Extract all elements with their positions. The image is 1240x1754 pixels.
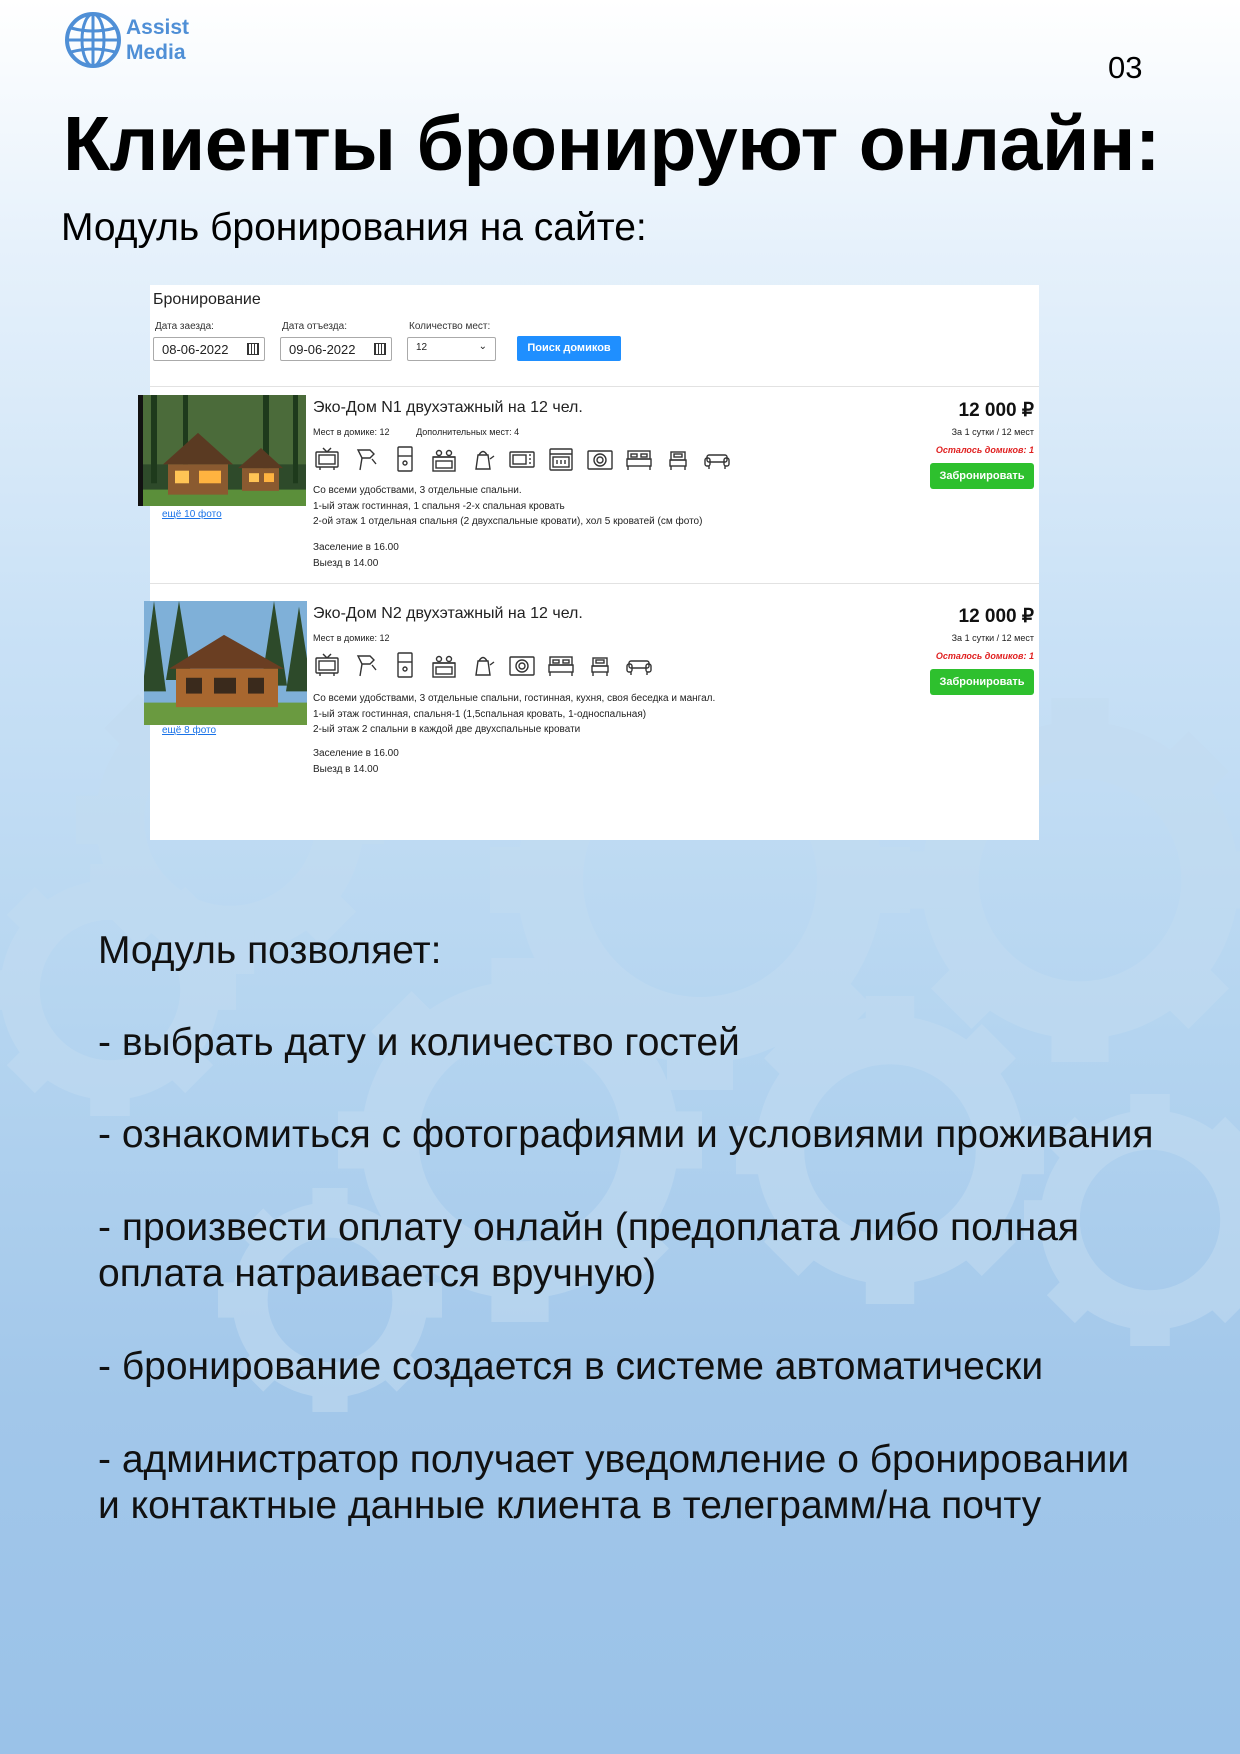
amenities-row <box>313 651 653 679</box>
single-bed-icon <box>591 657 609 676</box>
stove-icon <box>432 655 456 678</box>
cabin-photo[interactable] <box>144 601 309 725</box>
checkin-time: Заселение в 16.00 <box>313 542 399 553</box>
amenities-row <box>313 445 731 473</box>
stove-icon <box>432 449 456 472</box>
listing-card: ещё 10 фото Эко-Дом N1 двухэтажный на 12… <box>138 395 1039 605</box>
checkin-label: Дата заезда: <box>155 321 214 332</box>
listing-description: Со всеми удобствами, 3 отдельные спальни… <box>313 691 715 738</box>
divider <box>150 583 1039 584</box>
guests-select[interactable]: 12 ⌄ <box>407 337 496 361</box>
feature-item: - произвести оплату онлайн (предоплата л… <box>98 1206 1079 1249</box>
page-title: Клиенты бронируют онлайн: <box>63 101 1160 187</box>
listing-name: Эко-Дом N2 двухэтажный на 12 чел. <box>313 605 583 622</box>
hairdryer-icon <box>356 449 377 471</box>
feature-item-continued: оплата натраивается вручную) <box>98 1252 657 1295</box>
single-bed-icon <box>669 451 687 470</box>
checkin-date-value: 08-06-2022 <box>162 342 229 357</box>
logo-text-line2: Media <box>126 41 186 64</box>
cabin-photo[interactable] <box>138 395 310 506</box>
checkout-label: Дата отъезда: <box>282 321 347 332</box>
washer-icon <box>587 450 613 470</box>
listing-times: Заселение в 16.00 Выезд в 14.00 <box>313 540 399 572</box>
page-subtitle: Модуль бронирования на сайте: <box>61 206 647 249</box>
listing-card: ещё 8 фото Эко-Дом N2 двухэтажный на 12 … <box>144 601 1039 811</box>
cabin-photo-image <box>143 395 306 506</box>
guests-select-value: 12 <box>416 342 428 353</box>
kettle-icon <box>475 450 495 470</box>
description-line: 1-ый этаж гостинная, спальня-1 (1,5спаль… <box>313 708 647 720</box>
listing-meta: Мест в домике: 12 <box>313 633 438 643</box>
tv-icon <box>315 653 339 676</box>
brand-logo: Assist Media <box>64 11 189 69</box>
description-line: 2-ый этаж 2 спальни в каждой две двухспа… <box>313 724 581 735</box>
price-period: За 1 сутки / 12 мест <box>951 633 1034 643</box>
remaining-count: Осталось домиков: 1 <box>935 445 1034 455</box>
microwave-icon <box>509 451 535 468</box>
checkin-time: Заселение в 16.00 <box>313 748 399 759</box>
tv-icon <box>315 447 339 470</box>
oven-icon <box>549 448 573 471</box>
more-photos-link[interactable]: ещё 8 фото <box>162 725 216 736</box>
sofa-icon <box>704 454 730 469</box>
divider <box>150 386 1039 387</box>
features-intro: Модуль позволяет: <box>98 929 442 972</box>
checkin-date-input[interactable]: 08-06-2022 <box>153 337 265 361</box>
logo-text-line1: Assist <box>126 16 190 39</box>
description-line: 1-ый этаж гостинная, 1 спальня -2-х спал… <box>313 500 565 512</box>
washer-icon <box>509 656 535 676</box>
remaining-count: Осталось домиков: 1 <box>935 651 1034 661</box>
listing-times: Заселение в 16.00 Выезд в 14.00 <box>313 746 399 778</box>
checkout-time: Выезд в 14.00 <box>313 764 379 775</box>
globe-icon <box>65 12 121 68</box>
calendar-icon[interactable] <box>374 343 386 355</box>
kettle-icon <box>475 656 495 676</box>
listing-name: Эко-Дом N1 двухэтажный на 12 чел. <box>313 399 583 416</box>
description-line: Со всеми удобствами, 3 отдельные спальни… <box>313 485 522 496</box>
book-button[interactable]: Забронировать <box>930 669 1034 695</box>
price-period: За 1 сутки / 12 мест <box>951 427 1034 437</box>
listing-price: 12 000 ₽ <box>958 606 1034 627</box>
fridge-icon <box>397 652 413 678</box>
booking-heading: Бронирование <box>153 291 261 308</box>
listing-meta: Мест в домике: 12 Дополнительных мест: 4 <box>313 427 543 437</box>
description-line: 2-ой этаж 1 отдельная спальня (2 двухспа… <box>313 516 703 527</box>
feature-item: - выбрать дату и количество гостей <box>98 1021 740 1064</box>
feature-item: - бронирование создается в системе автом… <box>98 1345 1044 1388</box>
book-button[interactable]: Забронировать <box>930 463 1034 489</box>
sofa-icon <box>626 660 652 675</box>
hairdryer-icon <box>356 655 377 677</box>
feature-item-continued: и контактные данные клиента в телеграмм/… <box>98 1484 1042 1527</box>
calendar-icon[interactable] <box>247 343 259 355</box>
places-count: Мест в домике: 12 <box>313 633 390 643</box>
page-number: 03 <box>1108 50 1143 85</box>
fridge-icon <box>397 446 413 472</box>
guests-label: Количество мест: <box>409 321 491 332</box>
listing-description: Со всеми удобствами, 3 отдельные спальни… <box>313 483 702 530</box>
booking-module-screenshot: Бронирование Дата заезда: 08-06-2022 Дат… <box>138 285 1039 840</box>
places-count: Мест в домике: 12 <box>313 427 390 437</box>
listing-price: 12 000 ₽ <box>958 400 1034 421</box>
extra-places: Дополнительных мест: 4 <box>416 427 520 437</box>
description-line: Со всеми удобствами, 3 отдельные спальни… <box>313 693 716 704</box>
checkout-date-input[interactable]: 09-06-2022 <box>280 337 392 361</box>
feature-item: - администратор получает уведомление о б… <box>98 1438 1130 1481</box>
feature-item: - ознакомиться с фотографиями и условиям… <box>98 1113 1154 1156</box>
double-bed-icon <box>626 450 652 470</box>
search-cabins-button[interactable]: Поиск домиков <box>517 336 621 361</box>
more-photos-link[interactable]: ещё 10 фото <box>162 509 222 520</box>
checkout-date-value: 09-06-2022 <box>289 342 356 357</box>
chevron-down-icon: ⌄ <box>478 341 487 352</box>
cabin-photo-image <box>144 601 307 725</box>
double-bed-icon <box>548 656 574 676</box>
checkout-time: Выезд в 14.00 <box>313 558 379 569</box>
